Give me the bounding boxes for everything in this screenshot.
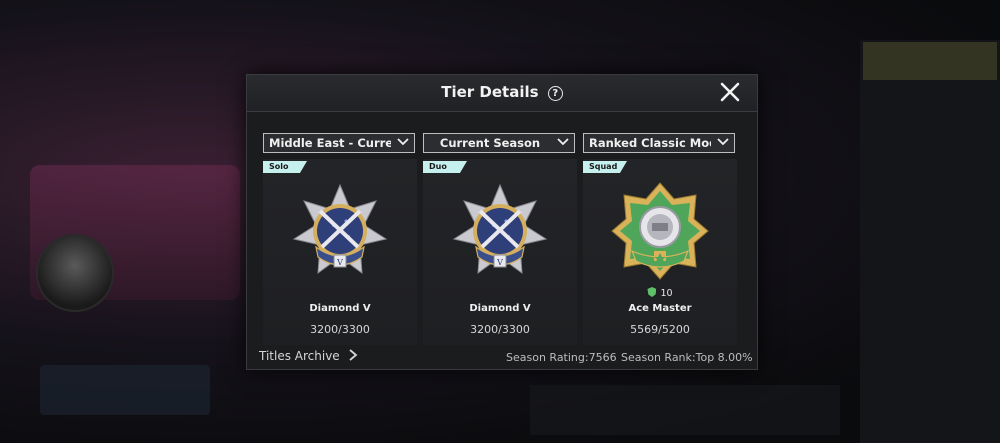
season-selector-value: Current Season	[439, 136, 541, 150]
tier-name: Ace Master	[628, 303, 692, 314]
dialog-footer: Titles Archive Season Rating:7566 Season…	[247, 347, 757, 369]
chevron-right-icon	[348, 349, 357, 361]
help-icon[interactable]: ?	[547, 86, 563, 101]
rank-level-value: 10	[660, 288, 673, 299]
close-icon	[720, 82, 740, 102]
background-side-tab	[863, 42, 997, 80]
background-side-menu	[860, 40, 1000, 443]
level-shield-icon	[647, 287, 657, 297]
solo-tier-card[interactable]: Solo V Diamond V 3200/3300	[263, 159, 417, 345]
chevron-down-icon	[397, 138, 409, 146]
tier-details-dialog: Tier Details ? Middle East - Current Ser…	[246, 74, 758, 370]
tier-name: Diamond V	[309, 303, 371, 314]
mode-tag: Solo	[263, 161, 307, 173]
background-panel	[40, 365, 210, 415]
mode-tag: Duo	[423, 161, 467, 173]
ace-master-badge-icon	[611, 182, 709, 280]
titles-archive-link[interactable]: Titles Archive	[259, 349, 358, 363]
dialog-header: Tier Details ?	[247, 75, 757, 112]
rank-level: 10	[583, 287, 737, 299]
tier-points: 5569/5200	[630, 323, 690, 336]
mode-selector[interactable]: Ranked Classic Mode (TPP)	[583, 133, 735, 153]
diamond-badge-icon: V	[452, 183, 548, 275]
chevron-down-icon	[557, 138, 569, 146]
diamond-badge-icon: V	[292, 183, 388, 275]
squad-tier-card[interactable]: Squad 10 Ace Master 5569/5200	[583, 159, 737, 345]
svg-text:V: V	[496, 258, 503, 267]
dialog-title-text: Tier Details	[441, 83, 539, 101]
server-selector[interactable]: Middle East - Current Server	[263, 133, 415, 153]
server-selector-value: Middle East - Current Server	[269, 136, 391, 150]
tier-name: Diamond V	[469, 303, 531, 314]
tier-points: 3200/3300	[310, 323, 370, 336]
player-avatar	[36, 234, 114, 312]
duo-tier-card[interactable]: Duo V Diamond V 3200/3300	[423, 159, 577, 345]
close-button[interactable]	[717, 79, 743, 105]
background-stats-panel	[530, 385, 840, 435]
chevron-down-icon	[717, 138, 729, 146]
mode-tag: Squad	[583, 161, 627, 173]
season-rank: Season Rank:Top 8.00%	[621, 351, 753, 364]
svg-text:V: V	[336, 258, 343, 267]
season-rating: Season Rating:7566	[506, 351, 617, 364]
dialog-title: Tier Details ?	[247, 83, 757, 101]
titles-archive-label: Titles Archive	[259, 349, 340, 363]
season-selector[interactable]: Current Season	[423, 133, 575, 153]
mode-selector-value: Ranked Classic Mode (TPP)	[589, 136, 711, 150]
tier-points: 3200/3300	[470, 323, 530, 336]
